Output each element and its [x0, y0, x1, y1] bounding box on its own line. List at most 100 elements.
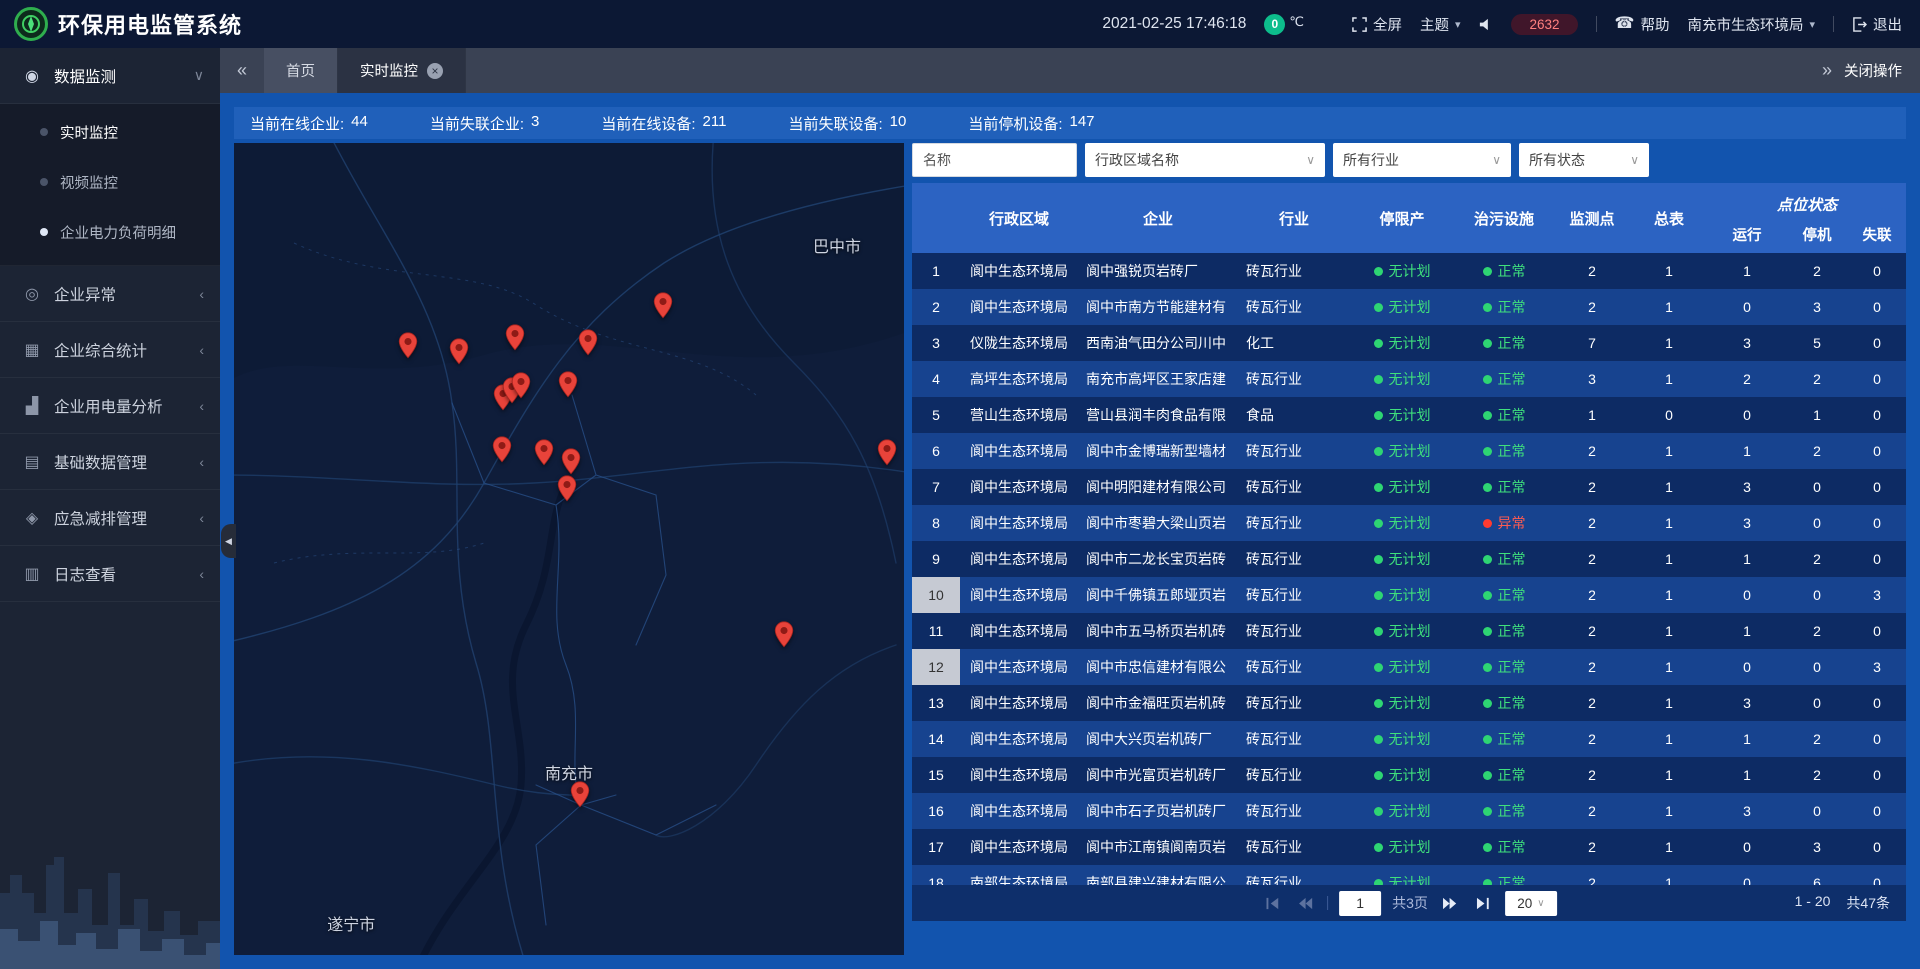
table-row[interactable]: 4高坪生态环境局南充市高坪区王家店建砖瓦行业无计划正常31220: [912, 361, 1906, 397]
org-dropdown[interactable]: 南充市生态环境局 ▾: [1687, 14, 1815, 35]
table-row[interactable]: 7阆中生态环境局阆中明阳建材有限公司砖瓦行业无计划正常21300: [912, 469, 1906, 505]
page-size-select[interactable]: 20 ∨: [1505, 891, 1557, 916]
table-row[interactable]: 11阆中生态环境局阆中市五马桥页岩机砖砖瓦行业无计划正常21120: [912, 613, 1906, 649]
map-pin[interactable]: [577, 329, 598, 356]
logout-button[interactable]: 退出: [1852, 14, 1902, 35]
tab-bar: « 首页实时监控× » 关闭操作: [220, 48, 1920, 93]
map-pin[interactable]: [774, 621, 795, 648]
last-page-button[interactable]: [1472, 892, 1494, 914]
row-meters: 1: [1630, 829, 1708, 865]
row-run: 3: [1708, 793, 1786, 829]
close-icon[interactable]: ×: [427, 63, 443, 79]
tab-realtime[interactable]: 实时监控×: [338, 48, 466, 93]
table-row[interactable]: 12阆中生态环境局阆中市忠信建材有限公砖瓦行业无计划正常21003: [912, 649, 1906, 685]
map-pin[interactable]: [398, 332, 419, 359]
sidebar-item-video-monitor[interactable]: 视频监控: [0, 157, 220, 207]
industry-filter-select[interactable]: 所有行业 ∨: [1333, 143, 1511, 177]
map-canvas[interactable]: 巴中市南充市遂宁市: [234, 143, 904, 955]
sidebar-item-data-monitor[interactable]: ◉数据监测∨: [0, 48, 220, 104]
prev-page-button[interactable]: [1294, 892, 1316, 914]
map-pin[interactable]: [534, 439, 555, 466]
map-pin[interactable]: [505, 324, 526, 351]
region-filter-select[interactable]: 行政区域名称 ∨: [1085, 143, 1325, 177]
name-filter-input[interactable]: [912, 143, 1077, 177]
map-pin[interactable]: [492, 436, 513, 463]
row-limit-status: 无计划: [1350, 793, 1454, 829]
sidebar-item-company-statistics[interactable]: ▦企业综合统计‹: [0, 322, 220, 378]
table-row[interactable]: 9阆中生态环境局阆中市二龙长宝页岩砖砖瓦行业无计划正常21120: [912, 541, 1906, 577]
map-pin[interactable]: [449, 338, 470, 365]
limit-status-text: 无计划: [1389, 765, 1431, 785]
row-company: 阆中市五马桥页岩机砖: [1078, 613, 1238, 649]
sidebar-item-emergency-reduce[interactable]: ◈应急减排管理‹: [0, 490, 220, 546]
page-input[interactable]: [1339, 891, 1381, 916]
row-points: 2: [1554, 469, 1630, 505]
next-page-button[interactable]: [1439, 892, 1461, 914]
map-pin[interactable]: [570, 781, 591, 808]
status-dot-green: [1483, 303, 1492, 312]
row-stop: 2: [1786, 541, 1848, 577]
chevron-down-icon: ∨: [1492, 153, 1501, 167]
announcement-button[interactable]: [1478, 17, 1493, 32]
row-lost: 0: [1848, 433, 1906, 469]
table-row[interactable]: 15阆中生态环境局阆中市光富页岩机砖厂砖瓦行业无计划正常21120: [912, 757, 1906, 793]
fullscreen-button[interactable]: 全屏: [1352, 14, 1402, 35]
row-points: 2: [1554, 721, 1630, 757]
row-run: 1: [1708, 541, 1786, 577]
map-pin[interactable]: [561, 448, 582, 475]
table-row[interactable]: 2阆中生态环境局阆中市南方节能建材有砖瓦行业无计划正常21030: [912, 289, 1906, 325]
sidebar-item-power-analysis[interactable]: ▟企业用电量分析‹: [0, 378, 220, 434]
status-dot-green: [1374, 663, 1383, 672]
table-row[interactable]: 18南部生态环境局南部县建兴建材有限公砖瓦行业无计划正常21060: [912, 865, 1906, 885]
help-button[interactable]: ☎ 帮助: [1615, 14, 1670, 35]
table-row[interactable]: 3仪陇生态环境局西南油气田分公司川中化工无计划正常71350: [912, 325, 1906, 361]
row-facility-status: 正常: [1454, 289, 1554, 325]
right-panel: 行政区域名称 ∨ 所有行业 ∨ 所有状态 ∨ 行政区域: [912, 143, 1906, 921]
sidebar-item-log-view[interactable]: ▥日志查看‹: [0, 546, 220, 602]
row-facility-status: 正常: [1454, 685, 1554, 721]
map-pin[interactable]: [510, 372, 531, 399]
row-stop: 5: [1786, 325, 1848, 361]
sidebar-item-power-load-detail[interactable]: 企业电力负荷明细: [0, 207, 220, 257]
table-row[interactable]: 5营山生态环境局营山县润丰肉食品有限食品无计划正常10010: [912, 397, 1906, 433]
table-row[interactable]: 14阆中生态环境局阆中大兴页岩机砖厂砖瓦行业无计划正常21120: [912, 721, 1906, 757]
sidebar-item-label: 企业异常: [54, 283, 187, 305]
row-lost: 0: [1848, 253, 1906, 289]
status-dot-green: [1374, 303, 1383, 312]
facility-status-text: 正常: [1498, 657, 1526, 677]
row-meters: 1: [1630, 757, 1708, 793]
map-pin[interactable]: [558, 371, 579, 398]
sidebar-item-realtime-monitor[interactable]: 实时监控: [0, 107, 220, 157]
row-region: 阆中生态环境局: [960, 685, 1078, 721]
map-pin[interactable]: [877, 439, 898, 466]
row-limit-status: 无计划: [1350, 433, 1454, 469]
row-industry: 砖瓦行业: [1238, 793, 1350, 829]
table-row[interactable]: 6阆中生态环境局阆中市金博瑞新型墙材砖瓦行业无计划正常21120: [912, 433, 1906, 469]
table-row[interactable]: 16阆中生态环境局阆中市石子页岩机砖厂砖瓦行业无计划正常21300: [912, 793, 1906, 829]
tabs-scroll-right-button[interactable]: »: [1822, 60, 1832, 81]
sidebar-item-label: 企业综合统计: [54, 339, 187, 361]
row-meters: 1: [1630, 469, 1708, 505]
tab-home[interactable]: 首页: [264, 48, 338, 93]
status-filter-select[interactable]: 所有状态 ∨: [1519, 143, 1649, 177]
sidebar-item-base-data[interactable]: ▤基础数据管理‹: [0, 434, 220, 490]
map-pin[interactable]: [652, 292, 673, 319]
table-row[interactable]: 8阆中生态环境局阆中市枣碧大梁山页岩砖瓦行业无计划异常21300: [912, 505, 1906, 541]
row-limit-status: 无计划: [1350, 253, 1454, 289]
pin-icon: [652, 292, 673, 319]
collapse-map-handle[interactable]: ◀: [221, 524, 236, 558]
first-page-button[interactable]: [1261, 892, 1283, 914]
table-row[interactable]: 17阆中生态环境局阆中市江南镇阆南页岩砖瓦行业无计划正常21030: [912, 829, 1906, 865]
tabs-scroll-left-button[interactable]: «: [220, 48, 264, 93]
table-row[interactable]: 13阆中生态环境局阆中市金福旺页岩机砖砖瓦行业无计划正常21300: [912, 685, 1906, 721]
sidebar-item-company-abnormal[interactable]: ◎企业异常‹: [0, 266, 220, 322]
alert-count-badge[interactable]: 2632: [1511, 14, 1577, 35]
close-operations-button[interactable]: 关闭操作: [1844, 60, 1902, 81]
theme-dropdown[interactable]: 主题 ▾: [1420, 14, 1461, 35]
map-pin[interactable]: [556, 475, 577, 502]
row-company: 阆中强锐页岩砖厂: [1078, 253, 1238, 289]
row-company: 阆中大兴页岩机砖厂: [1078, 721, 1238, 757]
row-facility-status: 正常: [1454, 325, 1554, 361]
table-row[interactable]: 10阆中生态环境局阆中千佛镇五郎垭页岩砖瓦行业无计划正常21003: [912, 577, 1906, 613]
table-row[interactable]: 1阆中生态环境局阆中强锐页岩砖厂砖瓦行业无计划正常21120: [912, 253, 1906, 289]
